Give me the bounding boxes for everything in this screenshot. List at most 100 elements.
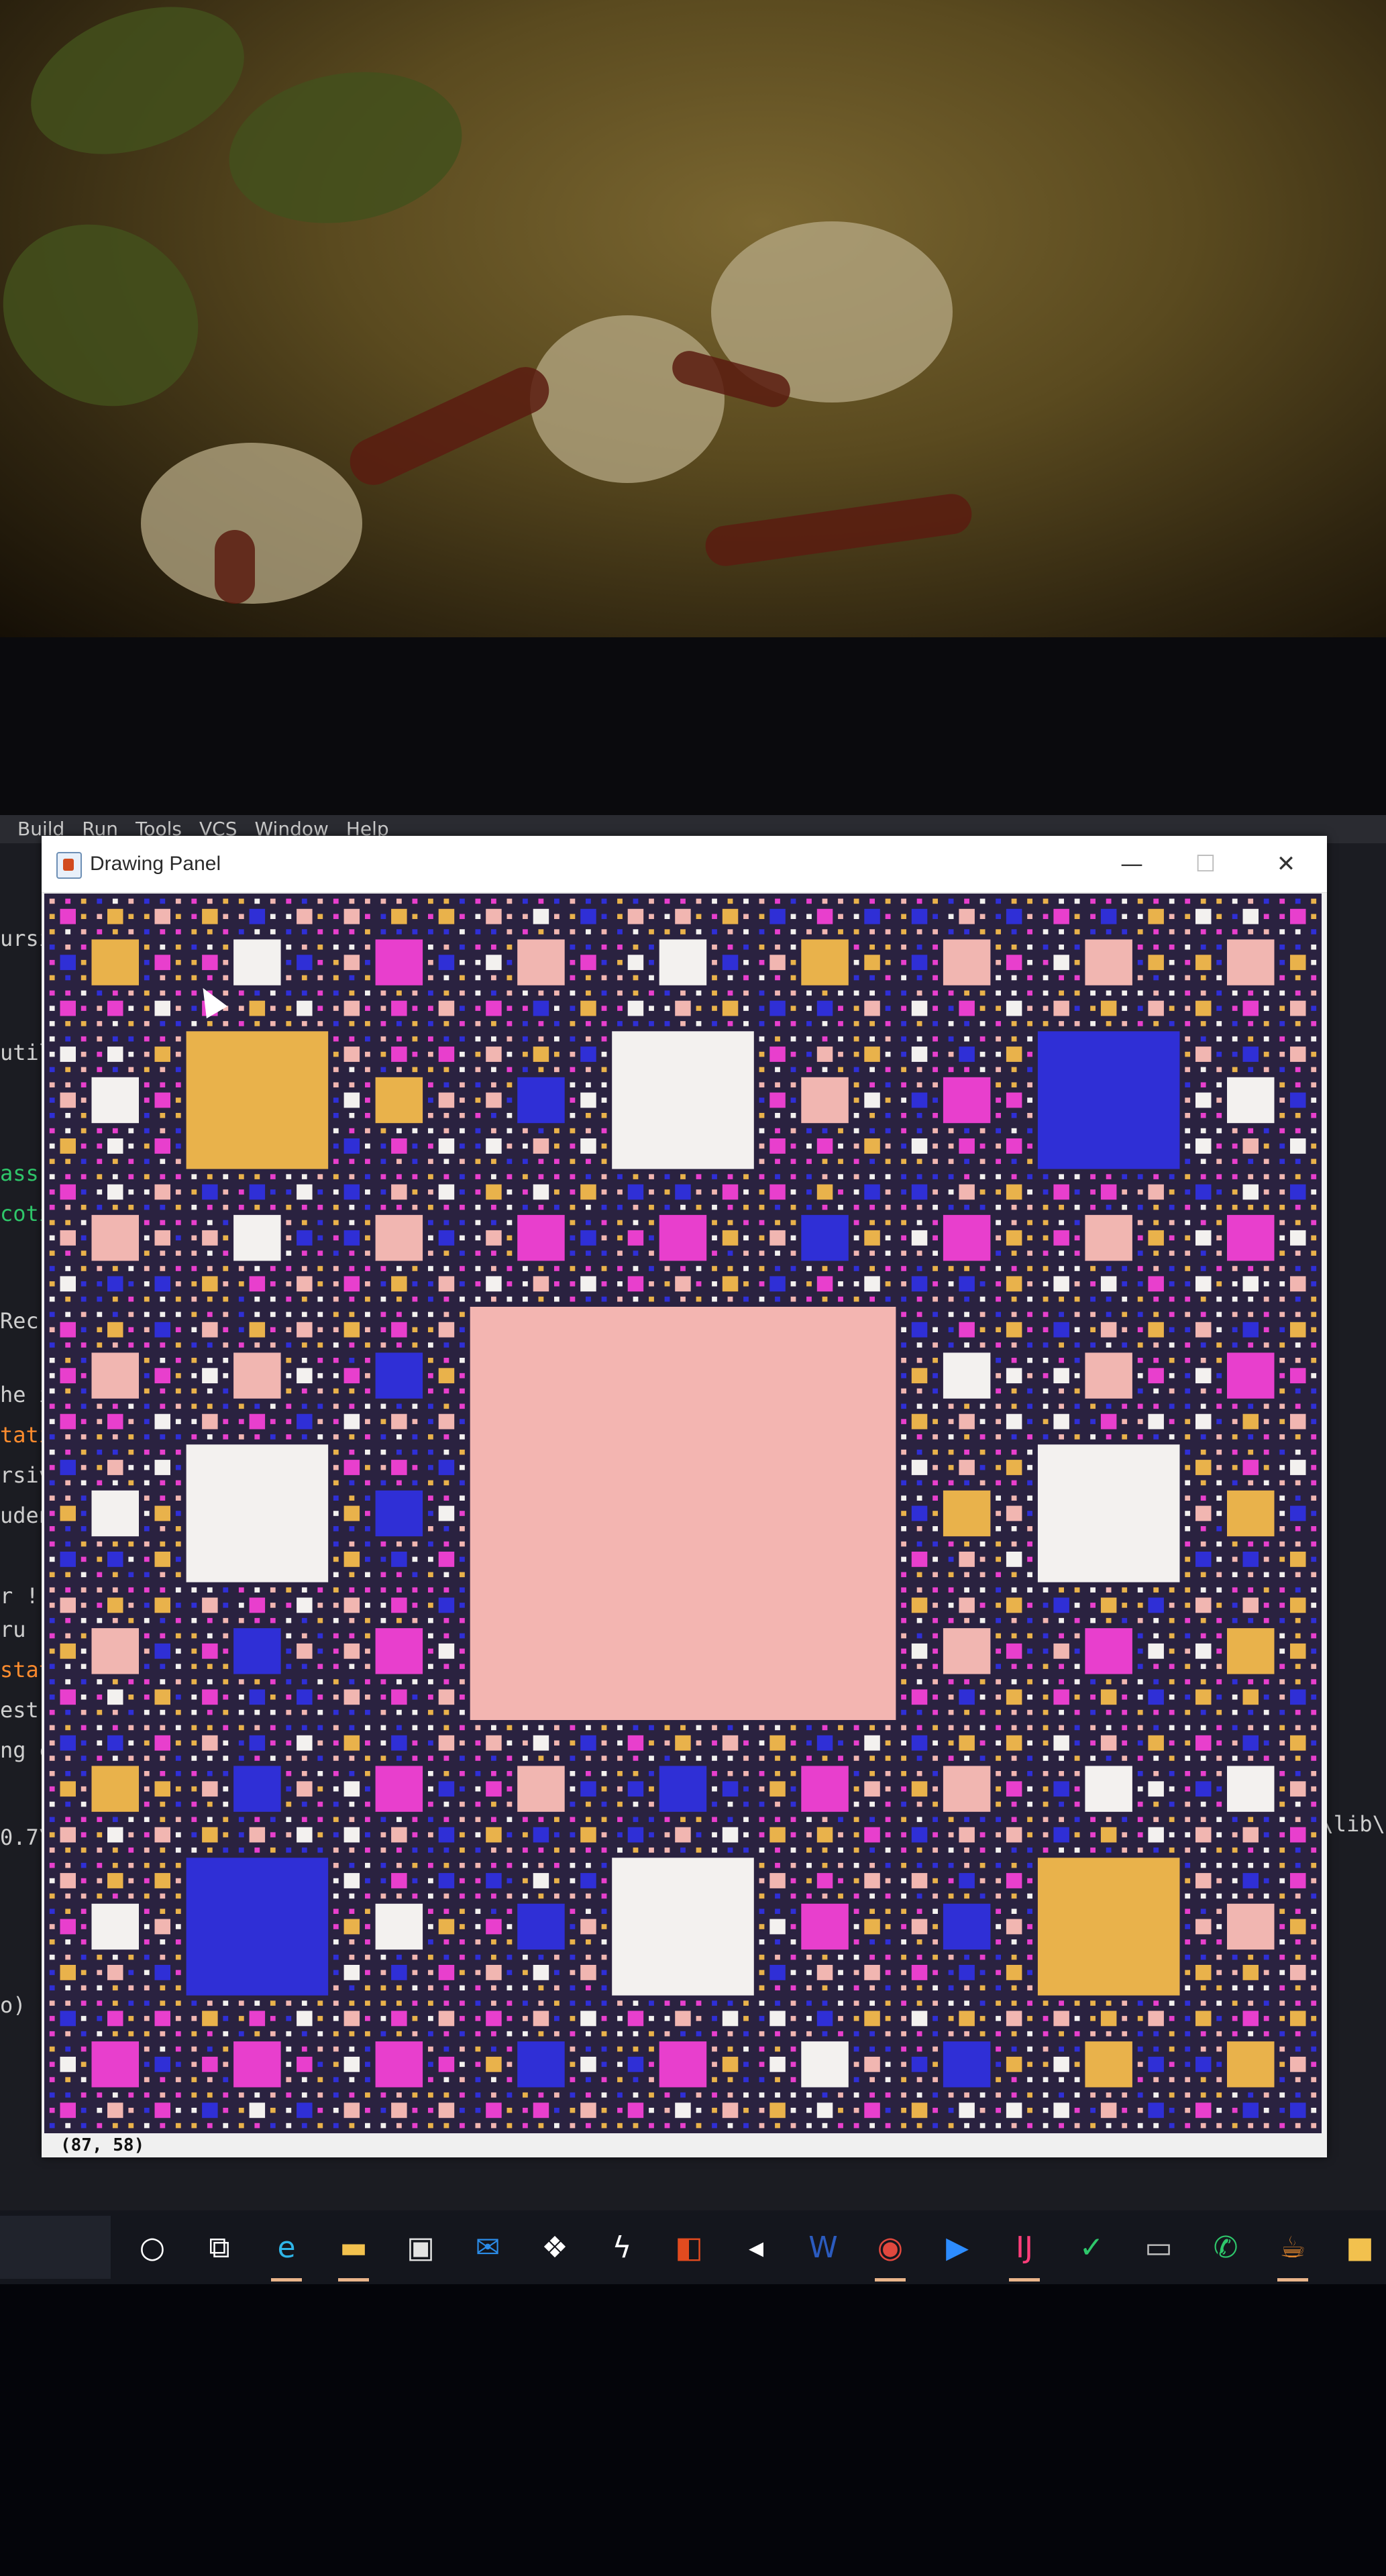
visual-studio-icon[interactable]: ◂ xyxy=(731,2222,781,2272)
carpet-square xyxy=(1074,1587,1080,1593)
maximize-button[interactable]: ☐ xyxy=(1169,836,1242,892)
carpet-square xyxy=(333,1419,339,1424)
carpet-square xyxy=(1074,990,1080,996)
carpet-square xyxy=(649,1204,654,1210)
carpet-square xyxy=(1185,1449,1191,1455)
carpet-square xyxy=(1248,1174,1254,1179)
carpet-square xyxy=(996,1679,1001,1684)
carpet-square xyxy=(507,1786,513,1792)
terminal-icon[interactable]: ▭ xyxy=(1134,2222,1183,2272)
drawing-panel-window[interactable]: Drawing Panel — ☐ ✕ (87, 58) xyxy=(42,836,1327,2157)
carpet-square xyxy=(838,2000,843,2006)
mail-icon[interactable]: ✉ xyxy=(463,2222,513,2272)
carpet-square xyxy=(570,1847,576,1853)
carpet-square xyxy=(223,1801,229,1807)
carpet-square xyxy=(696,898,702,904)
carpet-square xyxy=(1295,1113,1301,1118)
carpet-square xyxy=(160,1266,166,1271)
carpet-square xyxy=(1122,1403,1128,1409)
word-icon[interactable]: W xyxy=(798,2222,848,2272)
cortana-icon[interactable]: ○ xyxy=(127,2222,177,2272)
carpet-square xyxy=(112,2123,118,2129)
java-icon[interactable]: ☕ xyxy=(1268,2222,1318,2282)
carpet-square xyxy=(380,1617,386,1623)
carpet-square xyxy=(1011,1204,1017,1210)
carpet-square xyxy=(816,2102,833,2118)
edge-icon[interactable]: e xyxy=(262,2222,311,2282)
carpet-square xyxy=(412,1679,418,1684)
carpet-square xyxy=(1311,1801,1317,1807)
carpet-square xyxy=(65,1113,71,1118)
carpet-square xyxy=(586,1036,591,1042)
carpet-square xyxy=(1185,2108,1191,2113)
taskbar-search-box[interactable] xyxy=(0,2216,111,2279)
carpet-square xyxy=(775,1266,780,1271)
folder-icon[interactable]: ■ xyxy=(1335,2222,1385,2272)
carpet-square xyxy=(175,2031,181,2037)
carpet-square xyxy=(81,1266,87,1271)
carpet-square xyxy=(507,1250,513,1256)
carpet-square xyxy=(333,1082,339,1087)
carpet-square xyxy=(333,1189,339,1195)
carpet-square xyxy=(601,959,607,965)
carpet-square xyxy=(154,2056,170,2072)
carpet-square xyxy=(996,2000,1001,2006)
carpet-square xyxy=(617,2000,623,2006)
carpet-square xyxy=(380,1174,386,1179)
carpet-square xyxy=(223,2061,229,2068)
carpet-square xyxy=(1216,1541,1222,1547)
carpet-square xyxy=(1106,1204,1112,1210)
carpet-square xyxy=(1216,1511,1222,1516)
task-view-icon[interactable]: ⧉ xyxy=(195,2222,244,2272)
carpet-square xyxy=(49,959,55,965)
zoom-icon[interactable]: ▶ xyxy=(932,2222,982,2272)
carpet-square xyxy=(1169,2061,1175,2068)
carpet-square xyxy=(380,1740,386,1746)
dropbox-icon[interactable]: ❖ xyxy=(530,2222,580,2272)
carpet-square xyxy=(1169,2108,1175,2113)
carpet-square xyxy=(507,1266,513,1271)
carpet-square xyxy=(270,1006,276,1011)
vpn-icon[interactable]: ✓ xyxy=(1067,2222,1116,2272)
app-s-icon[interactable]: ϟ xyxy=(597,2222,647,2272)
carpet-square xyxy=(175,1817,181,1823)
carpet-square xyxy=(301,1388,307,1394)
carpet-square xyxy=(238,2031,244,2037)
carpet-square xyxy=(1295,975,1301,981)
carpet-square xyxy=(365,929,370,934)
carpet-square xyxy=(1074,1204,1080,1210)
carpet-square xyxy=(297,2056,313,2072)
carpet-square xyxy=(65,1036,71,1042)
chrome-icon[interactable]: ◉ xyxy=(865,2222,915,2282)
carpet-square xyxy=(160,1954,166,1960)
file-explorer-icon[interactable]: ▬ xyxy=(329,2222,378,2282)
carpet-square xyxy=(806,1128,812,1134)
store-icon[interactable]: ▣ xyxy=(396,2222,445,2272)
carpet-square xyxy=(1137,1189,1143,1195)
carpet-square xyxy=(1290,1322,1306,1338)
carpet-square xyxy=(1242,908,1259,924)
carpet-square xyxy=(885,1174,891,1179)
carpet-square xyxy=(160,1174,166,1179)
carpet-square xyxy=(932,2061,938,2068)
window-titlebar[interactable]: Drawing Panel — ☐ ✕ xyxy=(42,836,1327,893)
minimize-button[interactable]: — xyxy=(1095,836,1169,892)
carpet-square xyxy=(270,1817,276,1823)
carpet-square xyxy=(144,898,150,904)
carpet-square xyxy=(1122,1311,1128,1318)
office-icon[interactable]: ◧ xyxy=(664,2222,714,2272)
intellij-icon[interactable]: IJ xyxy=(1000,2222,1049,2282)
carpet-square xyxy=(1059,1847,1064,1853)
carpet-square xyxy=(1137,2016,1143,2021)
fractal-canvas[interactable] xyxy=(44,894,1322,2133)
carpet-square xyxy=(207,2092,213,2098)
carpet-square xyxy=(238,1174,244,1179)
carpet-square xyxy=(128,1143,134,1149)
close-button[interactable]: ✕ xyxy=(1249,836,1323,892)
carpet-square xyxy=(396,1480,402,1486)
carpet-square xyxy=(428,990,433,996)
carpet-square xyxy=(112,1021,118,1026)
whatsapp-icon[interactable]: ✆ xyxy=(1201,2222,1250,2272)
carpet-square xyxy=(333,1648,339,1654)
carpet-square xyxy=(144,1189,150,1195)
